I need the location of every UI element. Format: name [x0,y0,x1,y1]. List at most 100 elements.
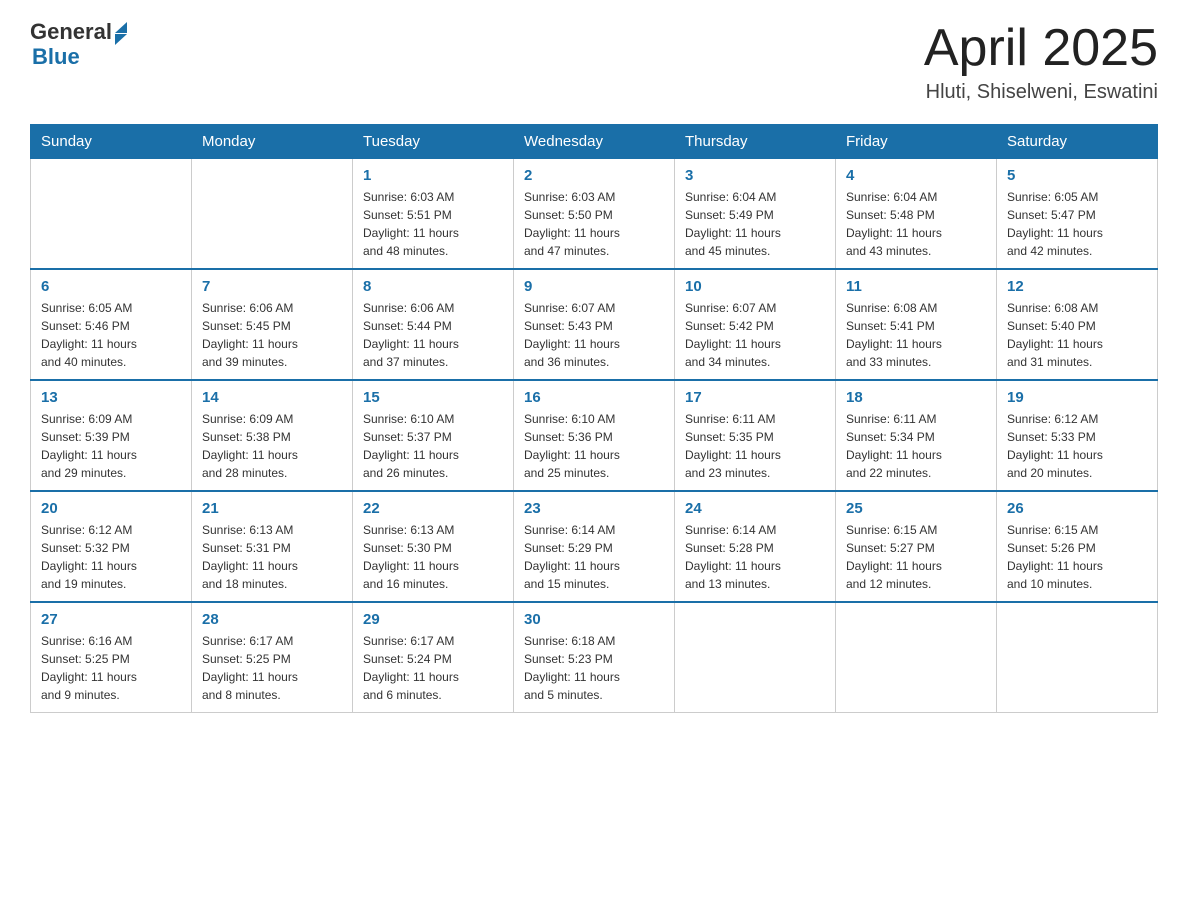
day-info: Sunrise: 6:03 AM Sunset: 5:50 PM Dayligh… [524,188,664,260]
day-number: 22 [363,500,503,517]
day-number: 20 [41,500,181,517]
day-cell-4-2: 29 Sunrise: 6:17 AM Sunset: 5:24 PM Dayli… [353,602,514,713]
header-sunday: Sunday [31,125,192,159]
day-info: Sunrise: 6:14 AM Sunset: 5:28 PM Dayligh… [685,521,825,593]
day-number: 30 [524,611,664,628]
day-info: Sunrise: 6:11 AM Sunset: 5:34 PM Dayligh… [846,410,986,482]
day-cell-2-2: 15 Sunrise: 6:10 AM Sunset: 5:37 PM Dayli… [353,380,514,491]
day-number: 19 [1007,389,1147,406]
day-number: 11 [846,278,986,295]
logo-text-blue: Blue [32,45,127,69]
day-info: Sunrise: 6:11 AM Sunset: 5:35 PM Dayligh… [685,410,825,482]
day-cell-4-6 [997,602,1158,713]
day-cell-4-4 [675,602,836,713]
day-cell-3-2: 22 Sunrise: 6:13 AM Sunset: 5:30 PM Dayli… [353,491,514,602]
day-cell-1-3: 9 Sunrise: 6:07 AM Sunset: 5:43 PM Daylig… [514,269,675,380]
day-info: Sunrise: 6:04 AM Sunset: 5:49 PM Dayligh… [685,188,825,260]
day-number: 14 [202,389,342,406]
day-info: Sunrise: 6:07 AM Sunset: 5:43 PM Dayligh… [524,299,664,371]
calendar-table: Sunday Monday Tuesday Wednesday Thursday… [30,124,1158,713]
day-cell-3-6: 26 Sunrise: 6:15 AM Sunset: 5:26 PM Dayli… [997,491,1158,602]
day-number: 21 [202,500,342,517]
day-info: Sunrise: 6:10 AM Sunset: 5:36 PM Dayligh… [524,410,664,482]
day-number: 12 [1007,278,1147,295]
day-info: Sunrise: 6:13 AM Sunset: 5:31 PM Dayligh… [202,521,342,593]
logo: General Blue [30,20,127,69]
week-row-4: 20 Sunrise: 6:12 AM Sunset: 5:32 PM Dayli… [31,491,1158,602]
day-info: Sunrise: 6:06 AM Sunset: 5:44 PM Dayligh… [363,299,503,371]
day-cell-0-2: 1 Sunrise: 6:03 AM Sunset: 5:51 PM Daylig… [353,159,514,270]
day-info: Sunrise: 6:15 AM Sunset: 5:27 PM Dayligh… [846,521,986,593]
day-info: Sunrise: 6:12 AM Sunset: 5:33 PM Dayligh… [1007,410,1147,482]
day-cell-2-1: 14 Sunrise: 6:09 AM Sunset: 5:38 PM Dayli… [192,380,353,491]
day-info: Sunrise: 6:09 AM Sunset: 5:38 PM Dayligh… [202,410,342,482]
title-block: April 2025 Hluti, Shiselweni, Eswatini [924,20,1158,104]
day-cell-1-0: 6 Sunrise: 6:05 AM Sunset: 5:46 PM Daylig… [31,269,192,380]
day-info: Sunrise: 6:17 AM Sunset: 5:24 PM Dayligh… [363,632,503,704]
week-row-1: 1 Sunrise: 6:03 AM Sunset: 5:51 PM Daylig… [31,159,1158,270]
day-cell-2-4: 17 Sunrise: 6:11 AM Sunset: 5:35 PM Dayli… [675,380,836,491]
day-number: 23 [524,500,664,517]
day-cell-4-5 [836,602,997,713]
day-number: 25 [846,500,986,517]
day-number: 9 [524,278,664,295]
day-info: Sunrise: 6:10 AM Sunset: 5:37 PM Dayligh… [363,410,503,482]
day-info: Sunrise: 6:15 AM Sunset: 5:26 PM Dayligh… [1007,521,1147,593]
header-wednesday: Wednesday [514,125,675,159]
day-info: Sunrise: 6:03 AM Sunset: 5:51 PM Dayligh… [363,188,503,260]
day-info: Sunrise: 6:04 AM Sunset: 5:48 PM Dayligh… [846,188,986,260]
location-title: Hluti, Shiselweni, Eswatini [924,81,1158,104]
week-row-3: 13 Sunrise: 6:09 AM Sunset: 5:39 PM Dayli… [31,380,1158,491]
day-cell-3-0: 20 Sunrise: 6:12 AM Sunset: 5:32 PM Dayli… [31,491,192,602]
day-cell-2-3: 16 Sunrise: 6:10 AM Sunset: 5:36 PM Dayli… [514,380,675,491]
day-info: Sunrise: 6:18 AM Sunset: 5:23 PM Dayligh… [524,632,664,704]
header-tuesday: Tuesday [353,125,514,159]
day-number: 2 [524,167,664,184]
day-info: Sunrise: 6:09 AM Sunset: 5:39 PM Dayligh… [41,410,181,482]
day-number: 28 [202,611,342,628]
day-number: 13 [41,389,181,406]
day-info: Sunrise: 6:08 AM Sunset: 5:41 PM Dayligh… [846,299,986,371]
day-info: Sunrise: 6:14 AM Sunset: 5:29 PM Dayligh… [524,521,664,593]
day-number: 18 [846,389,986,406]
day-cell-0-5: 4 Sunrise: 6:04 AM Sunset: 5:48 PM Daylig… [836,159,997,270]
day-cell-2-0: 13 Sunrise: 6:09 AM Sunset: 5:39 PM Dayli… [31,380,192,491]
page-header: General Blue April 2025 Hluti, Shiselwen… [30,20,1158,104]
day-number: 1 [363,167,503,184]
day-info: Sunrise: 6:16 AM Sunset: 5:25 PM Dayligh… [41,632,181,704]
day-number: 6 [41,278,181,295]
day-cell-3-5: 25 Sunrise: 6:15 AM Sunset: 5:27 PM Dayli… [836,491,997,602]
day-cell-0-3: 2 Sunrise: 6:03 AM Sunset: 5:50 PM Daylig… [514,159,675,270]
day-number: 3 [685,167,825,184]
day-cell-4-1: 28 Sunrise: 6:17 AM Sunset: 5:25 PM Dayli… [192,602,353,713]
day-number: 29 [363,611,503,628]
logo-text-general: General [30,20,112,44]
day-cell-0-6: 5Sunrise: 6:05 AM Sunset: 5:47 PM Daylig… [997,159,1158,270]
header-thursday: Thursday [675,125,836,159]
day-number: 4 [846,167,986,184]
day-number: 7 [202,278,342,295]
weekday-header-row: Sunday Monday Tuesday Wednesday Thursday… [31,125,1158,159]
day-info: Sunrise: 6:06 AM Sunset: 5:45 PM Dayligh… [202,299,342,371]
day-cell-1-2: 8 Sunrise: 6:06 AM Sunset: 5:44 PM Daylig… [353,269,514,380]
header-monday: Monday [192,125,353,159]
day-info: Sunrise: 6:05 AM Sunset: 5:46 PM Dayligh… [41,299,181,371]
day-number: 17 [685,389,825,406]
day-cell-0-4: 3 Sunrise: 6:04 AM Sunset: 5:49 PM Daylig… [675,159,836,270]
day-number: 8 [363,278,503,295]
day-number: 15 [363,389,503,406]
day-number: 26 [1007,500,1147,517]
day-number: 27 [41,611,181,628]
day-info: Sunrise: 6:12 AM Sunset: 5:32 PM Dayligh… [41,521,181,593]
day-cell-3-4: 24Sunrise: 6:14 AM Sunset: 5:28 PM Dayli… [675,491,836,602]
day-info: Sunrise: 6:08 AM Sunset: 5:40 PM Dayligh… [1007,299,1147,371]
day-cell-0-1 [192,159,353,270]
month-title: April 2025 [924,20,1158,77]
day-info: Sunrise: 6:17 AM Sunset: 5:25 PM Dayligh… [202,632,342,704]
day-number: 10 [685,278,825,295]
day-info: Sunrise: 6:13 AM Sunset: 5:30 PM Dayligh… [363,521,503,593]
header-friday: Friday [836,125,997,159]
day-cell-0-0 [31,159,192,270]
day-number: 16 [524,389,664,406]
week-row-5: 27 Sunrise: 6:16 AM Sunset: 5:25 PM Dayli… [31,602,1158,713]
